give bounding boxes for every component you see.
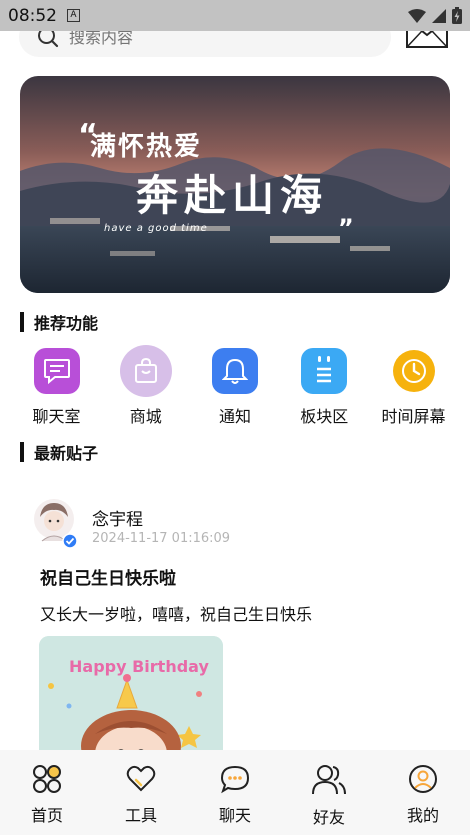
feature-label: 通知 (218, 407, 251, 426)
battery-icon (452, 7, 462, 24)
feature-notification[interactable]: 通知 (191, 348, 280, 428)
tab-label: 聊天 (218, 806, 251, 825)
features-section-title: 推荐功能 (20, 311, 98, 333)
feature-label: 商城 (129, 407, 162, 426)
bottom-tab-bar: 首页 工具 聊天 好友 我的 (0, 750, 470, 835)
tab-label: 工具 (124, 806, 157, 825)
tab-label: 首页 (30, 806, 63, 825)
top-area (0, 31, 470, 66)
tab-friends[interactable]: 好友 (282, 750, 376, 835)
tab-label: 好友 (312, 808, 345, 827)
banner-quote-close: ” (338, 214, 354, 242)
search-input[interactable] (69, 31, 319, 47)
status-time: 08:52 (8, 5, 57, 26)
shopping-bag-icon (119, 345, 172, 397)
profile-icon (409, 765, 437, 793)
notification-letter: A (70, 10, 77, 20)
section-marker (20, 312, 24, 332)
clock-icon (392, 350, 435, 392)
feature-mall[interactable]: 商城 (101, 345, 190, 428)
tab-chat[interactable]: 聊天 (188, 750, 282, 835)
banner-line2: 奔赴山海 (136, 171, 329, 220)
search-icon (38, 31, 59, 48)
section-marker (20, 442, 24, 462)
friends-icon (312, 765, 346, 795)
mail-icon[interactable] (405, 31, 449, 49)
signal-icon (432, 8, 446, 23)
feature-label: 聊天室 (32, 407, 81, 426)
feature-label: 板块区 (300, 407, 349, 426)
heart-icon (126, 765, 156, 792)
banner[interactable]: “ 满怀热爱 奔赴山海 have a good time ” (20, 76, 450, 293)
feature-time-screen[interactable]: 时间屏幕 (369, 348, 458, 428)
status-bar: 08:52 A (0, 0, 470, 31)
chat-bubble-icon (220, 765, 250, 794)
notification-icon: A (67, 9, 80, 22)
tab-label: 我的 (406, 806, 439, 825)
search-bar[interactable] (19, 31, 391, 57)
feature-boards[interactable]: 板块区 (280, 348, 369, 428)
feature-label: 时间屏幕 (381, 407, 446, 426)
posts-section-title: 最新贴子 (20, 441, 98, 463)
banner-line3: have a good time (104, 223, 208, 234)
post-time: 2024-11-17 01:16:09 (92, 531, 231, 546)
post-author[interactable]: 念宇程 (92, 505, 143, 530)
wifi-icon (408, 8, 426, 23)
notepad-icon (301, 348, 348, 394)
avatar[interactable] (32, 497, 80, 549)
post-body: 又长大一岁啦，嘻嘻，祝自己生日快乐 (40, 605, 313, 624)
post-title: 祝自己生日快乐啦 (40, 569, 176, 589)
feature-chatroom[interactable]: 聊天室 (12, 348, 101, 428)
status-icons (408, 7, 462, 24)
tab-home[interactable]: 首页 (0, 750, 94, 835)
bell-icon (212, 348, 258, 394)
posts-title: 最新贴子 (34, 444, 99, 463)
features-title: 推荐功能 (34, 314, 99, 333)
tab-tools[interactable]: 工具 (94, 750, 188, 835)
birthday-text: Happy Birthday (69, 657, 209, 676)
chat-icon (33, 348, 80, 394)
features-grid: 聊天室 商城 通知 板块区 时间屏幕 (12, 345, 458, 428)
banner-line1: 满怀热爱 (90, 132, 203, 162)
home-icon (33, 765, 61, 793)
tab-profile[interactable]: 我的 (376, 750, 470, 835)
